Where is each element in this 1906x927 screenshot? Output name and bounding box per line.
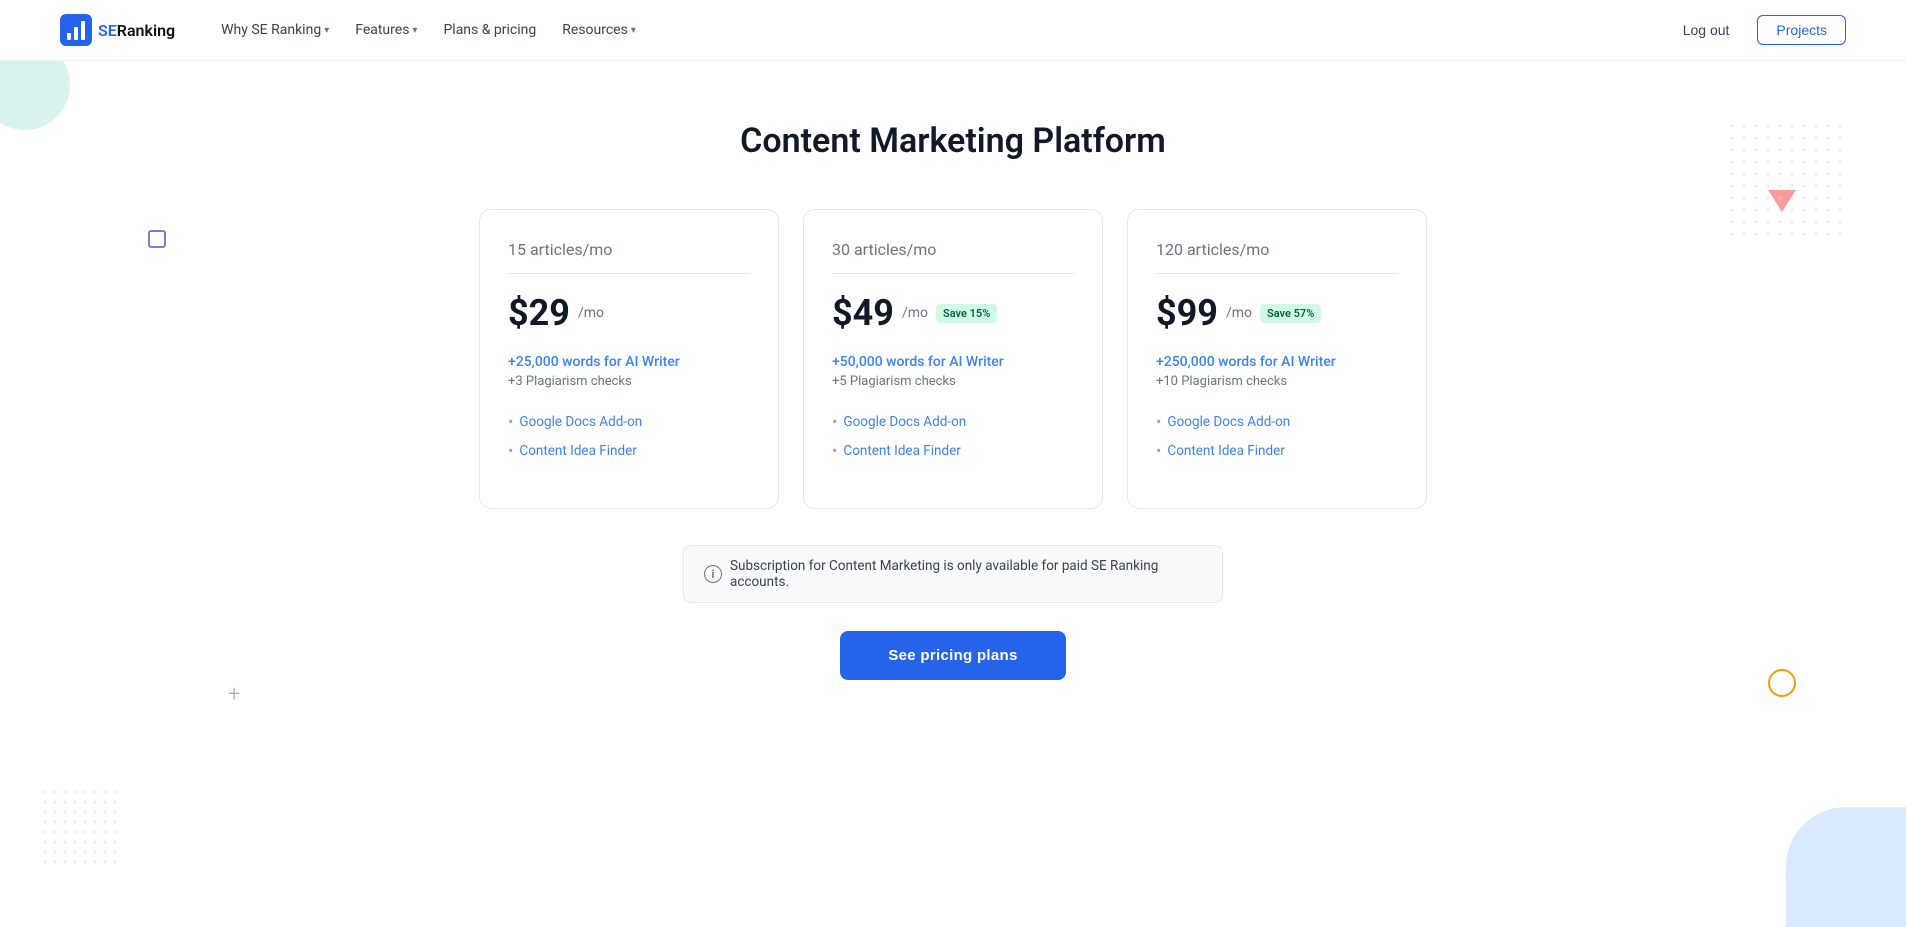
plagiarism-checks: +10 Plagiarism checks <box>1156 374 1398 389</box>
list-item: Content Idea Finder <box>1156 436 1398 465</box>
logo[interactable]: SERanking <box>60 14 175 46</box>
save-badge: Save 15% <box>936 304 997 323</box>
feature-list: Google Docs Add-on Content Idea Finder <box>832 407 1074 465</box>
projects-button[interactable]: Projects <box>1757 15 1846 45</box>
ai-words: +25,000 words for AI Writer <box>508 354 750 370</box>
decorative-dots-2 <box>40 787 120 867</box>
pricing-card-30: 30 articles/mo $49 /mo Save 15% +50,000 … <box>803 209 1103 509</box>
list-item: Google Docs Add-on <box>508 407 750 436</box>
nav-plans-pricing[interactable]: Plans & pricing <box>433 16 546 44</box>
chevron-down-icon: ▾ <box>324 25 329 36</box>
card-divider <box>508 273 750 274</box>
articles-label: 30 articles/mo <box>832 240 1074 259</box>
nav-links: Why SE Ranking ▾ Features ▾ Plans & pric… <box>211 16 1671 44</box>
card-divider <box>1156 273 1398 274</box>
price-period: /mo <box>1226 305 1252 321</box>
ai-words: +50,000 words for AI Writer <box>832 354 1074 370</box>
price-amount: $49 <box>832 292 894 334</box>
info-notice: i Subscription for Content Marketing is … <box>683 545 1223 603</box>
card-divider <box>832 273 1074 274</box>
ai-words: +250,000 words for AI Writer <box>1156 354 1398 370</box>
list-item: Content Idea Finder <box>832 436 1074 465</box>
list-item: Google Docs Add-on <box>832 407 1074 436</box>
info-icon: i <box>704 565 722 583</box>
price-period: /mo <box>902 305 928 321</box>
price-amount: $29 <box>508 292 570 334</box>
nav-features[interactable]: Features ▾ <box>345 16 427 44</box>
nav-right: Log out Projects <box>1671 15 1846 45</box>
list-item: Google Docs Add-on <box>1156 407 1398 436</box>
plagiarism-checks: +5 Plagiarism checks <box>832 374 1074 389</box>
chevron-down-icon: ▾ <box>412 25 417 36</box>
pricing-cards: 15 articles/mo $29 /mo +25,000 words for… <box>40 209 1866 509</box>
price-amount: $99 <box>1156 292 1218 334</box>
articles-label: 15 articles/mo <box>508 240 750 259</box>
decorative-blue-blob <box>1786 807 1906 927</box>
price-period: /mo <box>578 305 604 321</box>
price-row: $49 /mo Save 15% <box>832 292 1074 334</box>
feature-list: Google Docs Add-on Content Idea Finder <box>1156 407 1398 465</box>
feature-list: Google Docs Add-on Content Idea Finder <box>508 407 750 465</box>
chevron-down-icon: ▾ <box>631 25 636 36</box>
price-row: $99 /mo Save 57% <box>1156 292 1398 334</box>
main-content: Content Marketing Platform 15 articles/m… <box>0 61 1906 760</box>
nav-resources[interactable]: Resources ▾ <box>552 16 646 44</box>
main-nav: SERanking Why SE Ranking ▾ Features ▾ Pl… <box>0 0 1906 61</box>
logo-text: SERanking <box>98 21 175 40</box>
see-pricing-plans-button[interactable]: See pricing plans <box>840 631 1065 680</box>
page-title: Content Marketing Platform <box>40 121 1866 161</box>
logo-icon <box>60 14 92 46</box>
pricing-card-120: 120 articles/mo $99 /mo Save 57% +250,00… <box>1127 209 1427 509</box>
logout-button[interactable]: Log out <box>1671 16 1742 44</box>
plagiarism-checks: +3 Plagiarism checks <box>508 374 750 389</box>
price-row: $29 /mo <box>508 292 750 334</box>
save-badge: Save 57% <box>1260 304 1321 323</box>
articles-label: 120 articles/mo <box>1156 240 1398 259</box>
nav-why-se-ranking[interactable]: Why SE Ranking ▾ <box>211 16 339 44</box>
pricing-card-15: 15 articles/mo $29 /mo +25,000 words for… <box>479 209 779 509</box>
notice-text: Subscription for Content Marketing is on… <box>730 558 1202 590</box>
cta-container: See pricing plans <box>40 631 1866 680</box>
list-item: Content Idea Finder <box>508 436 750 465</box>
